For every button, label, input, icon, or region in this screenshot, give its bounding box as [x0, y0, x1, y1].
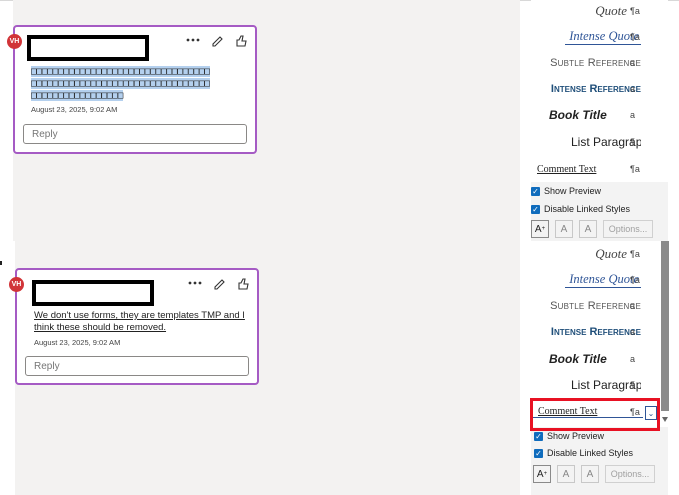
- comment-card[interactable]: VH We don't use forms, they are template…: [9, 268, 259, 385]
- char-icon: a: [630, 327, 636, 337]
- options-button[interactable]: Options...: [605, 465, 655, 483]
- style-label: Quote: [595, 3, 627, 18]
- checkbox-checked-icon: ✓: [531, 186, 540, 196]
- comment-line: □□□□□□□□□□□□□□□□□: [31, 90, 124, 101]
- avatar: VH: [9, 277, 24, 292]
- manage-styles-icon[interactable]: A: [581, 465, 599, 483]
- comment-date: August 23, 2025, 9:02 AM: [34, 338, 121, 347]
- comment-line: think these should be removed.: [34, 322, 167, 333]
- style-book-title[interactable]: Book Title a: [531, 346, 641, 372]
- style-subtle-reference[interactable]: Subtle Reference a: [531, 293, 641, 319]
- new-style-icon[interactable]: A +: [533, 465, 551, 483]
- paragraph-icon: ¶: [630, 380, 635, 390]
- comment-line: We don't use forms, they are templates T…: [34, 310, 245, 321]
- redacted-author: [32, 280, 154, 306]
- style-intense-quote[interactable]: Intense Quote ¶a: [531, 24, 641, 50]
- checkbox-label: Show Preview: [544, 186, 602, 196]
- style-intense-reference[interactable]: Intense Reference a: [531, 76, 641, 102]
- scroll-down-icon[interactable]: [662, 417, 668, 422]
- comment-actions: [188, 276, 250, 290]
- style-quote[interactable]: Quote ¶a: [531, 0, 641, 24]
- comment-line: □□□□□□□□□□□□□□□□□□□□□□□□□□□□□□□□□: [31, 66, 210, 77]
- style-label: Subtle Reference: [550, 300, 641, 312]
- style-label: Comment Text: [537, 163, 597, 175]
- comment-line: □□□□□□□□□□□□□□□□□□□□□□□□□□□□□□□□□: [31, 78, 210, 89]
- style-label: Intense Reference: [550, 326, 641, 338]
- style-comment-text[interactable]: Comment Text ¶a: [531, 156, 641, 182]
- style-label: Book Title: [549, 108, 607, 122]
- checkbox-label: Show Preview: [547, 431, 605, 441]
- style-label: Subtle Reference: [550, 57, 641, 69]
- checkbox-label: Disable Linked Styles: [544, 204, 631, 214]
- redacted-author: [27, 35, 149, 61]
- top-panel: VH □□□□□□□□□□□□□□□□□□□□□□□□□□□□□□□□□ □□□…: [0, 0, 679, 241]
- char-icon: a: [630, 110, 636, 120]
- highlight-box: [530, 398, 660, 431]
- edit-icon[interactable]: [212, 276, 226, 290]
- bottom-panel: VH We don't use forms, they are template…: [0, 241, 679, 495]
- style-subtle-reference[interactable]: Subtle Reference a: [531, 50, 641, 76]
- style-list-paragraph[interactable]: List Paragraph ¶: [531, 372, 641, 398]
- reply-input[interactable]: Reply: [23, 124, 247, 144]
- comment-card[interactable]: VH □□□□□□□□□□□□□□□□□□□□□□□□□□□□□□□□□ □□□…: [7, 25, 257, 154]
- checkbox-checked-icon: ✓: [534, 431, 543, 441]
- style-inspector-icon[interactable]: A: [555, 220, 573, 238]
- more-options-icon[interactable]: [188, 276, 202, 290]
- paragraph-char-icon: ¶a: [630, 32, 640, 42]
- paragraph-char-icon: ¶a: [630, 164, 640, 174]
- char-icon: a: [630, 58, 636, 68]
- style-label: Intense Reference: [550, 83, 641, 95]
- scrollbar[interactable]: [661, 241, 669, 411]
- char-icon: a: [630, 301, 636, 311]
- show-preview-checkbox[interactable]: ✓ Show Preview: [534, 431, 604, 441]
- char-icon: a: [630, 84, 636, 94]
- show-preview-checkbox[interactable]: ✓ Show Preview: [531, 186, 601, 196]
- style-label: Quote: [595, 246, 627, 261]
- checkbox-checked-icon: ✓: [531, 204, 540, 214]
- comment-actions: [186, 33, 248, 47]
- checkbox-checked-icon: ✓: [534, 448, 543, 458]
- paragraph-icon: ¶: [630, 137, 635, 147]
- comment-body[interactable]: □□□□□□□□□□□□□□□□□□□□□□□□□□□□□□□□□ □□□□□□…: [31, 66, 241, 102]
- paragraph-char-icon: ¶a: [630, 275, 640, 285]
- style-intense-reference[interactable]: Intense Reference a: [531, 319, 641, 345]
- manage-styles-icon[interactable]: A: [579, 220, 597, 238]
- pane-buttons: A + A A Options...: [533, 465, 655, 483]
- more-options-icon[interactable]: [186, 33, 200, 47]
- style-list-paragraph[interactable]: List Paragraph ¶: [531, 129, 641, 155]
- checkbox-label: Disable Linked Styles: [547, 448, 634, 458]
- like-icon[interactable]: [236, 276, 250, 290]
- paragraph-char-icon: ¶a: [630, 6, 640, 16]
- char-icon: a: [630, 354, 636, 364]
- styles-pane: Quote ¶a Intense Quote ¶a Subtle Referen…: [531, 241, 668, 495]
- comment-body[interactable]: We don't use forms, they are templates T…: [34, 310, 259, 334]
- disable-linked-checkbox[interactable]: ✓ Disable Linked Styles: [534, 448, 633, 458]
- style-intense-quote[interactable]: Intense Quote ¶a: [531, 267, 641, 293]
- style-label: Book Title: [549, 352, 607, 366]
- marker: [0, 261, 2, 265]
- style-book-title[interactable]: Book Title a: [531, 102, 641, 128]
- like-icon[interactable]: [234, 33, 248, 47]
- styles-pane: Quote ¶a Intense Quote ¶a Subtle Referen…: [531, 0, 668, 241]
- paragraph-char-icon: ¶a: [630, 249, 640, 259]
- pane-buttons: A + A A Options...: [531, 220, 653, 238]
- avatar: VH: [7, 34, 22, 49]
- new-style-icon[interactable]: A +: [531, 220, 549, 238]
- style-inspector-icon[interactable]: A: [557, 465, 575, 483]
- disable-linked-checkbox[interactable]: ✓ Disable Linked Styles: [531, 204, 630, 214]
- reply-input[interactable]: Reply: [25, 356, 249, 376]
- edit-icon[interactable]: [210, 33, 224, 47]
- style-quote[interactable]: Quote ¶a: [531, 241, 641, 267]
- comment-date: August 23, 2025, 9:02 AM: [31, 105, 118, 114]
- options-button[interactable]: Options...: [603, 220, 653, 238]
